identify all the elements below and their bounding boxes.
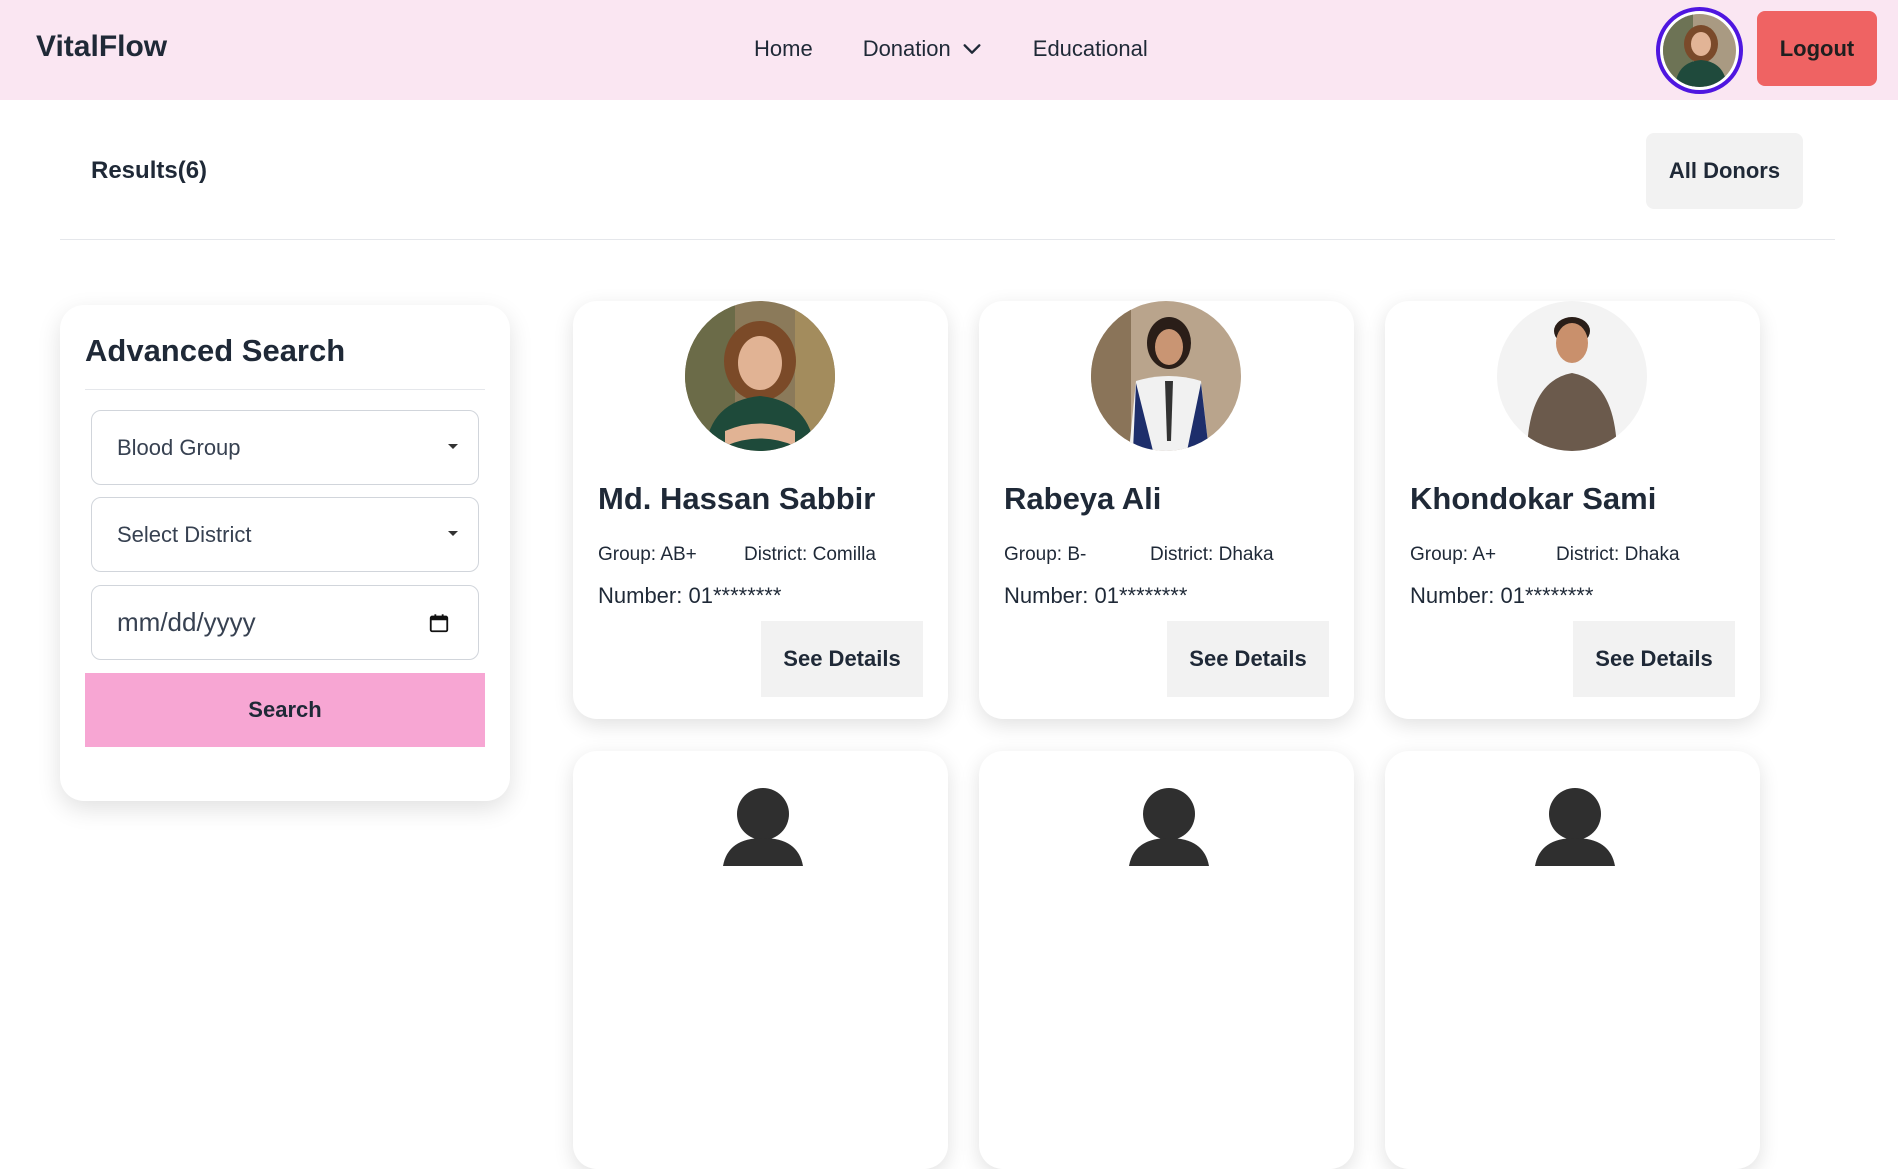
district-placeholder: Select District [117, 521, 252, 547]
donor-number: Number: 01******** [1410, 583, 1594, 608]
user-placeholder-icon [1129, 788, 1209, 866]
dropdown-caret-icon [448, 444, 458, 449]
donor-blood-group: Group: A+ [1410, 544, 1497, 565]
blood-group-placeholder: Blood Group [117, 434, 241, 460]
chevron-down-icon [963, 44, 981, 54]
donor-card-placeholder [979, 751, 1354, 1169]
top-navbar: VitalFlow Home Donation Educational Logo… [0, 0, 1898, 100]
logout-button[interactable]: Logout [1757, 11, 1877, 86]
donor-number: Number: 01******** [598, 583, 782, 608]
see-details-button[interactable]: See Details [1167, 621, 1329, 697]
profile-avatar[interactable] [1656, 7, 1743, 94]
donor-number: Number: 01******** [1004, 583, 1188, 608]
donor-photo [685, 301, 835, 451]
advanced-search-title: Advanced Search [85, 333, 346, 368]
see-details-button[interactable]: See Details [1573, 621, 1735, 697]
advanced-search-panel: Advanced Search Blood Group Select Distr… [60, 305, 510, 801]
nav-home-link[interactable]: Home [754, 36, 813, 62]
all-donors-button[interactable]: All Donors [1646, 133, 1803, 209]
donor-name: Rabeya Ali [1004, 481, 1162, 516]
donor-district: District: Dhaka [1556, 544, 1680, 565]
district-select[interactable]: Select District [91, 497, 479, 572]
nav-donation-dropdown[interactable]: Donation [863, 36, 983, 62]
section-divider [60, 239, 1835, 240]
donor-card: Khondokar Sami Group: A+ District: Dhaka… [1385, 301, 1760, 719]
search-divider [85, 389, 485, 390]
results-count: Results(6) [91, 157, 208, 184]
donor-name: Md. Hassan Sabbir [598, 481, 876, 516]
blood-group-select[interactable]: Blood Group [91, 410, 479, 485]
donor-card: Md. Hassan Sabbir Group: AB+ District: C… [573, 301, 948, 719]
donor-blood-group: Group: AB+ [598, 544, 697, 565]
nav-links: Home Donation Educational [754, 36, 1198, 62]
brand-logo[interactable]: VitalFlow [36, 30, 167, 64]
nav-donation-label: Donation [862, 36, 951, 61]
donor-photo [1497, 301, 1647, 451]
nav-educational-link[interactable]: Educational [1033, 36, 1148, 62]
see-details-button[interactable]: See Details [761, 621, 923, 697]
user-avatar-image [1663, 14, 1736, 87]
user-placeholder-icon [1535, 788, 1615, 866]
donor-photo [1091, 301, 1241, 451]
donor-district: District: Dhaka [1150, 544, 1274, 565]
calendar-icon[interactable] [428, 612, 450, 634]
donor-district: District: Comilla [744, 544, 876, 565]
dropdown-caret-icon [448, 531, 458, 536]
donor-card-placeholder [573, 751, 948, 1169]
search-button[interactable]: Search [85, 673, 485, 747]
donor-card: Rabeya Ali Group: B- District: Dhaka Num… [979, 301, 1354, 719]
date-input[interactable]: mm/dd/yyyy [91, 585, 479, 660]
donor-card-placeholder [1385, 751, 1760, 1169]
donor-blood-group: Group: B- [1004, 544, 1087, 565]
date-placeholder: mm/dd/yyyy [117, 607, 256, 637]
user-placeholder-icon [723, 788, 803, 866]
donor-name: Khondokar Sami [1410, 481, 1657, 516]
